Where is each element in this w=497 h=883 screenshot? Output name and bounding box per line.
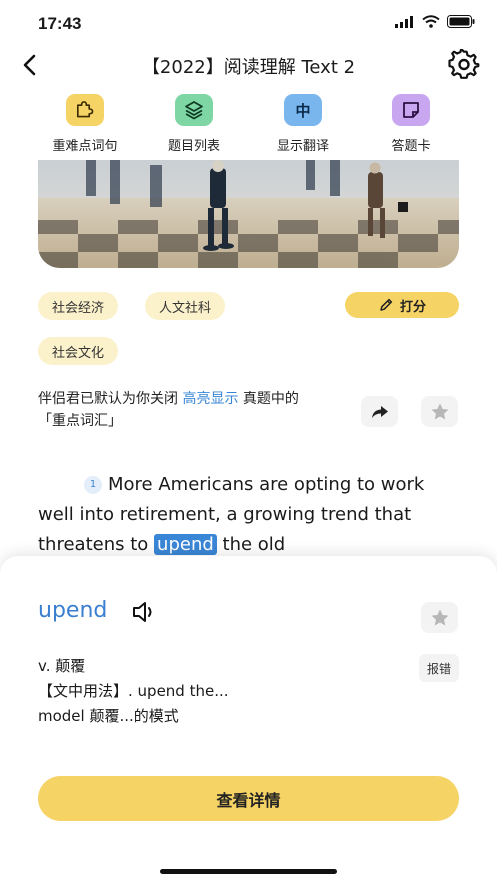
status-time: 17:43	[38, 14, 82, 33]
usage-line: model 颠覆...的模式	[38, 707, 179, 725]
status-icons	[395, 15, 475, 28]
grade-button[interactable]: 打分	[345, 292, 459, 318]
signal-icon	[395, 15, 413, 28]
tool-label: 重难点词句	[52, 139, 118, 154]
report-error-button[interactable]: 报错	[419, 654, 459, 682]
speaker-icon[interactable]	[131, 600, 159, 624]
tool-show-translation[interactable]: 中 显示翻译	[253, 94, 353, 154]
star-icon	[431, 609, 448, 626]
paragraph-number: 1	[84, 476, 102, 494]
favorite-word-button[interactable]	[421, 602, 458, 633]
usage-line: 【文中用法】. upend the...	[38, 682, 229, 700]
pencil-icon	[380, 298, 393, 311]
word-definition-sheet: upend v. 颠覆 【文中用法】. upend the... model 颠…	[0, 556, 497, 883]
tool-label: 题目列表	[167, 139, 220, 154]
chevron-left-icon	[23, 54, 36, 76]
article-text: the old	[222, 534, 286, 555]
tag-chip[interactable]: 社会经济	[38, 292, 119, 320]
status-bar: 17:43	[0, 0, 497, 44]
gear-icon	[448, 49, 480, 79]
tag-chip[interactable]: 人文社科	[145, 292, 226, 320]
tool-question-list[interactable]: 题目列表	[144, 94, 244, 154]
wifi-icon	[422, 15, 440, 28]
tool-label: 答题卡	[391, 139, 431, 154]
battery-icon	[447, 15, 475, 28]
tag-chip[interactable]: 社会文化	[38, 337, 119, 365]
highlight-notice: 伴侣君已默认为你关闭 高亮显示 真题中的「重点词汇」	[38, 388, 313, 432]
translate-icon: 中	[284, 94, 322, 126]
tool-answer-card[interactable]: 答题卡	[361, 94, 461, 154]
layers-icon	[175, 94, 213, 126]
puzzle-icon	[66, 94, 104, 126]
definition-text: v. 颠覆 【文中用法】. upend the... model 颠覆...的模…	[38, 654, 378, 729]
view-details-button[interactable]: 查看详情	[38, 776, 459, 821]
page-title: 【2022】阅读理解 Text 2	[141, 57, 356, 78]
selected-word[interactable]: upend	[154, 534, 217, 555]
home-indicator	[160, 869, 337, 874]
highlight-toggle-link[interactable]: 高亮显示	[182, 391, 238, 407]
notice-prefix: 伴侣君已默认为你关闭	[38, 391, 178, 407]
share-button[interactable]	[361, 396, 398, 427]
article-cover-image	[38, 160, 459, 268]
grade-label: 打分	[399, 299, 426, 315]
nav-bar: 【2022】阅读理解 Text 2	[0, 44, 497, 88]
article-paragraph: 1 More Americans are opting to work well …	[38, 470, 459, 560]
part-of-speech-meaning: v. 颠覆	[38, 657, 86, 675]
toolbar: 重难点词句 题目列表 中 显示翻译 答题卡	[0, 94, 497, 156]
star-icon	[431, 403, 448, 420]
tool-label: 显示翻译	[276, 139, 329, 154]
share-arrow-icon	[371, 405, 388, 418]
favorite-button[interactable]	[421, 396, 458, 427]
definition-word: upend	[38, 598, 108, 623]
tool-key-sentences[interactable]: 重难点词句	[35, 94, 135, 154]
back-button[interactable]	[14, 50, 44, 80]
note-icon	[392, 94, 430, 126]
settings-button[interactable]	[447, 48, 481, 82]
